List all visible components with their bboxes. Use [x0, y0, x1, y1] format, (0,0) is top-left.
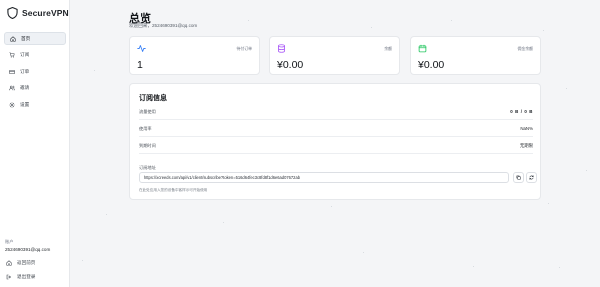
refresh-icon: [529, 175, 534, 180]
subscription-url-label: 订阅地址: [139, 165, 156, 170]
background-dot: [543, 30, 544, 31]
stat-label: 待付订单: [236, 46, 252, 51]
sidebar-item-settings[interactable]: 设置: [4, 98, 66, 111]
stat-card-commission[interactable]: 佣金余额 ¥0.00: [410, 36, 541, 75]
usage-row: 使用率 NaN%: [139, 122, 533, 137]
logout-label: 退出登录: [17, 274, 36, 279]
sidebar-item-label: 订阅: [20, 52, 30, 58]
expiry-value: 无期限: [519, 143, 533, 148]
sidebar-item-label: 订单: [20, 68, 30, 74]
background-dot: [331, 206, 332, 207]
sidebar-item-label: 设置: [20, 101, 30, 107]
home-icon: [10, 35, 16, 42]
subscription-title: 订阅信息: [139, 95, 167, 102]
traffic-label: 流量使用: [139, 109, 156, 114]
stat-card-pending-orders[interactable]: 待付订单 1: [129, 36, 260, 75]
stat-value: 1: [137, 59, 143, 71]
account-info: 账户 2524690391@qq.com: [5, 239, 67, 252]
background-dot: [248, 20, 249, 21]
background-dot: [451, 20, 452, 21]
calendar-icon: [418, 44, 427, 53]
copy-button[interactable]: [513, 172, 524, 183]
background-dot: [548, 203, 549, 204]
expiry-row: 到期时间 无期限: [139, 139, 533, 154]
background-dot: [371, 27, 372, 28]
back-home-label: 返回前页: [17, 260, 36, 265]
back-home-link[interactable]: 返回前页: [5, 258, 67, 268]
sidebar-item-home[interactable]: 首页: [4, 32, 66, 45]
subscription-card: 订阅信息 流量使用 0 B / 0 B 使用率 NaN% 到期时间 无期限 订阅…: [129, 83, 541, 200]
background-dot: [223, 222, 224, 223]
copy-icon: [516, 175, 521, 180]
bottom-nav: 返回前页 退出登录: [5, 258, 67, 286]
sidebar-item-orders[interactable]: 订单: [4, 65, 66, 78]
activity-icon: [137, 45, 146, 52]
background-dot: [473, 266, 474, 267]
sidebar: SecureVPN 首页 订阅 订单 邀请 设置 账户 2524690391@q…: [0, 0, 70, 287]
brand[interactable]: SecureVPN: [7, 6, 69, 20]
stats-row: 待付订单 1 余额 ¥0.00 佣金余额 ¥0.00: [129, 36, 541, 75]
usage-value: NaN%: [520, 126, 533, 131]
users-icon: [9, 86, 15, 91]
sidebar-item-invite[interactable]: 邀请: [4, 82, 66, 95]
background-dot: [559, 267, 560, 268]
logout-button[interactable]: 退出登录: [5, 272, 67, 282]
background-dot: [363, 252, 364, 253]
sidebar-item-label: 首页: [21, 35, 31, 41]
sidebar-item-subscribe[interactable]: 订阅: [4, 49, 66, 62]
home-icon: [6, 260, 12, 266]
background-dot: [82, 260, 83, 261]
background-dot: [566, 88, 567, 89]
logout-icon: [6, 274, 11, 280]
expiry-label: 到期时间: [139, 143, 156, 148]
database-icon: [278, 44, 285, 53]
background-dot: [94, 70, 95, 71]
stat-label: 余额: [384, 46, 392, 51]
subscription-url-input[interactable]: https://xcreeds.com/api/v1/client/subscr…: [139, 172, 509, 183]
stat-label: 佣金余额: [517, 46, 533, 51]
welcome-text: 欢迎回来，2524690391@qq.com: [129, 23, 198, 28]
stat-value: ¥0.00: [277, 59, 304, 71]
subscription-hint: 在此处应用入您的设备中客样示可开始使用: [139, 188, 208, 192]
main-nav: 首页 订阅 订单 邀请 设置: [4, 32, 66, 115]
background-dot: [586, 170, 587, 171]
traffic-value: 0 B / 0 B: [510, 109, 533, 114]
account-email: 2524690391@qq.com: [5, 247, 51, 252]
gear-icon: [9, 102, 15, 108]
stat-value: ¥0.00: [418, 59, 445, 71]
background-dot: [106, 214, 107, 215]
account-label: 账户: [5, 239, 14, 244]
usage-label: 使用率: [139, 126, 152, 131]
cart-icon: [9, 52, 15, 58]
brand-name: SecureVPN: [22, 8, 69, 18]
traffic-row: 流量使用 0 B / 0 B: [139, 105, 533, 120]
card-icon: [9, 69, 15, 74]
stat-card-balance[interactable]: 余额 ¥0.00: [269, 36, 400, 75]
refresh-button[interactable]: [526, 172, 537, 183]
shield-icon: [7, 7, 18, 19]
sidebar-item-label: 邀请: [20, 85, 30, 91]
